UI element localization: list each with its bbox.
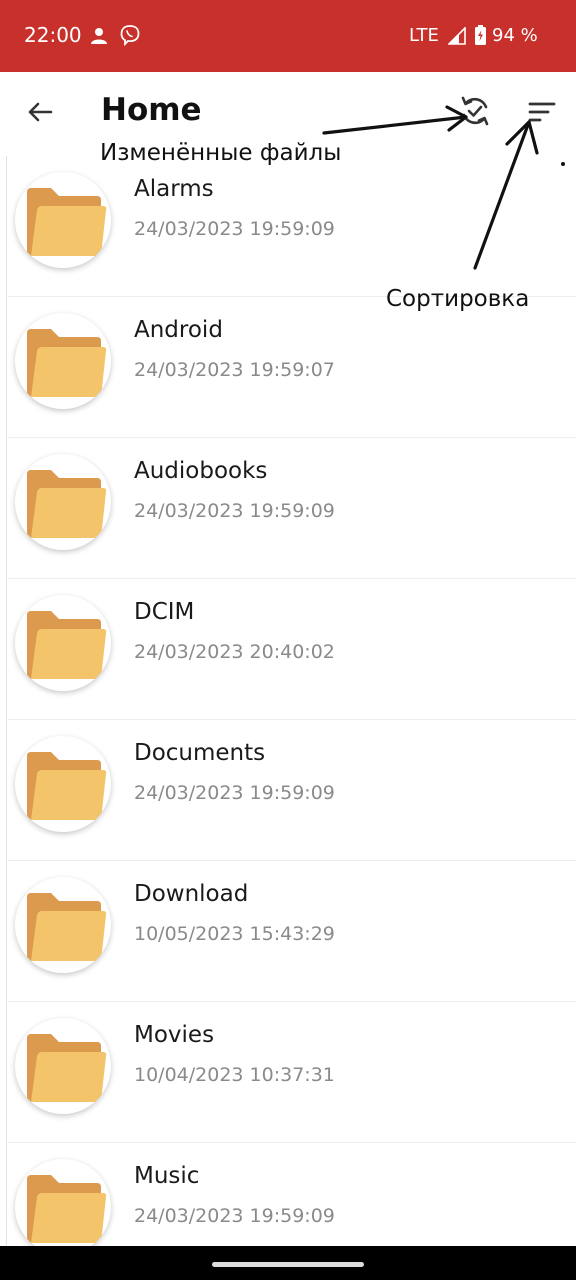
folder-icon [15,1159,111,1255]
signal-icon [448,27,466,45]
folder-date: 24/03/2023 19:59:09 [134,500,335,522]
folder-date: 24/03/2023 19:59:09 [134,218,335,240]
folder-date: 24/03/2023 19:59:09 [134,1205,335,1227]
list-item[interactable]: Download 10/05/2023 15:43:29 [6,861,576,1002]
battery-level: 94 % [492,25,538,46]
folder-date: 10/05/2023 15:43:29 [134,923,335,945]
folder-name: Audiobooks [134,458,268,484]
sort-icon[interactable] [524,96,558,128]
folder-date: 24/03/2023 19:59:09 [134,782,335,804]
list-item[interactable]: Movies 10/04/2023 10:37:31 [6,1002,576,1143]
status-bar: 22:00 LTE 94 % [0,0,576,72]
person-icon [91,28,107,44]
folder-name: Music [134,1163,200,1189]
folder-icon [15,172,111,268]
folder-icon [15,877,111,973]
folder-icon [15,454,111,550]
back-arrow-icon[interactable] [24,96,56,128]
home-gesture-handle[interactable] [212,1262,364,1267]
navigation-bar [0,1246,576,1280]
folder-list: Alarms 24/03/2023 19:59:09 Android 24/03… [0,156,576,1280]
folder-name: Movies [134,1022,215,1048]
list-item[interactable]: Android 24/03/2023 19:59:07 [6,297,576,438]
folder-date: 24/03/2023 19:59:07 [134,359,335,381]
folder-icon [15,595,111,691]
folder-name: Android [134,317,223,343]
folder-date: 24/03/2023 20:40:02 [134,641,335,663]
battery-charging-icon [475,25,486,45]
folder-name: DCIM [134,599,195,625]
folder-icon [15,1018,111,1114]
annotation-changed-files: Изменённые файлы [100,140,342,166]
list-item[interactable]: Documents 24/03/2023 19:59:09 [6,720,576,861]
list-item[interactable]: Audiobooks 24/03/2023 19:59:09 [6,438,576,579]
folder-date: 10/04/2023 10:37:31 [134,1064,335,1086]
folder-icon [15,313,111,409]
sync-check-icon[interactable] [458,94,492,128]
status-time: 22:00 [24,23,82,47]
list-item[interactable]: Alarms 24/03/2023 19:59:09 [6,156,576,297]
list-item[interactable]: DCIM 24/03/2023 20:40:02 [6,579,576,720]
folder-name: Download [134,881,249,907]
folder-icon [15,736,111,832]
folder-name: Documents [134,740,266,766]
page-title: Home [101,92,202,128]
annotation-sorting: Сортировка [386,286,530,312]
viber-icon [120,25,140,46]
folder-name: Alarms [134,176,214,202]
network-type: LTE [409,25,439,46]
